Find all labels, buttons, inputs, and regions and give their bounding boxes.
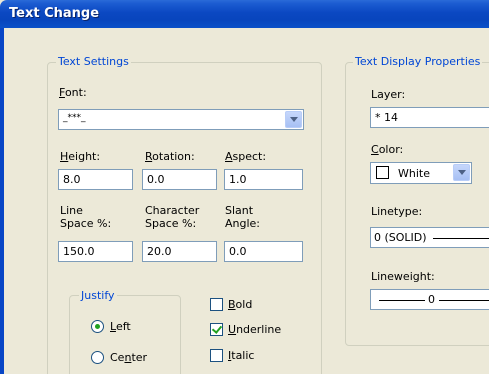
lineweight-label: Lineweight: bbox=[371, 270, 435, 283]
linetype-preview-line bbox=[433, 238, 489, 239]
color-label: Color: bbox=[371, 143, 404, 156]
font-label: Font: bbox=[59, 86, 87, 99]
chevron-down-icon[interactable] bbox=[453, 164, 470, 181]
linetype-label: Linetype: bbox=[371, 205, 423, 218]
lineweight-combobox[interactable]: 0 bbox=[370, 289, 489, 310]
font-value: _***_ bbox=[63, 113, 86, 123]
slant-angle-input[interactable]: 0.0 bbox=[224, 241, 303, 262]
color-value: White bbox=[398, 167, 430, 180]
slant-angle-label: Slant Angle: bbox=[225, 204, 261, 230]
lineweight-preview-line-left bbox=[379, 300, 425, 301]
color-swatch bbox=[376, 166, 389, 179]
italic-checkbox[interactable] bbox=[210, 349, 223, 362]
height-input[interactable]: 8.0 bbox=[58, 169, 133, 190]
line-space-label: Line Space %: bbox=[60, 204, 112, 230]
linetype-combobox[interactable]: 0 (SOLID) bbox=[370, 227, 489, 248]
rotation-label: Rotation: bbox=[145, 150, 195, 163]
window-title: Text Change bbox=[9, 6, 100, 21]
text-settings-title: Text Settings bbox=[56, 55, 131, 68]
justify-title: Justify bbox=[79, 289, 117, 302]
bold-checkbox[interactable] bbox=[210, 298, 223, 311]
lineweight-preview-line-right bbox=[439, 300, 489, 301]
justify-left-label[interactable]: Left bbox=[110, 320, 131, 333]
lineweight-value: 0 bbox=[428, 293, 435, 306]
justify-center-label[interactable]: Center bbox=[110, 351, 147, 364]
window-border bbox=[0, 28, 4, 374]
justify-center-radio[interactable] bbox=[91, 351, 104, 364]
linetype-value: 0 (SOLID) bbox=[374, 231, 427, 244]
font-combobox[interactable]: _***_ bbox=[58, 109, 304, 130]
underline-label[interactable]: Underline bbox=[228, 323, 281, 336]
color-combobox[interactable]: White bbox=[370, 162, 472, 184]
char-space-label: Character Space %: bbox=[145, 204, 200, 230]
height-label: Height: bbox=[60, 150, 101, 163]
title-bar[interactable]: Text Change bbox=[0, 0, 489, 28]
layer-input[interactable]: * 14 bbox=[370, 107, 489, 128]
chevron-down-icon[interactable] bbox=[285, 111, 302, 128]
line-space-input[interactable]: 150.0 bbox=[58, 241, 133, 262]
underline-checkbox[interactable] bbox=[210, 323, 223, 336]
layer-label: Layer: bbox=[371, 88, 406, 101]
aspect-label: Aspect: bbox=[225, 150, 267, 163]
aspect-input[interactable]: 1.0 bbox=[224, 169, 303, 190]
rotation-input[interactable]: 0.0 bbox=[142, 169, 217, 190]
italic-label[interactable]: Italic bbox=[228, 349, 254, 362]
char-space-input[interactable]: 20.0 bbox=[142, 241, 217, 262]
display-properties-title: Text Display Properties bbox=[353, 55, 483, 68]
bold-label[interactable]: Bold bbox=[228, 298, 252, 311]
justify-left-radio[interactable] bbox=[91, 320, 104, 333]
